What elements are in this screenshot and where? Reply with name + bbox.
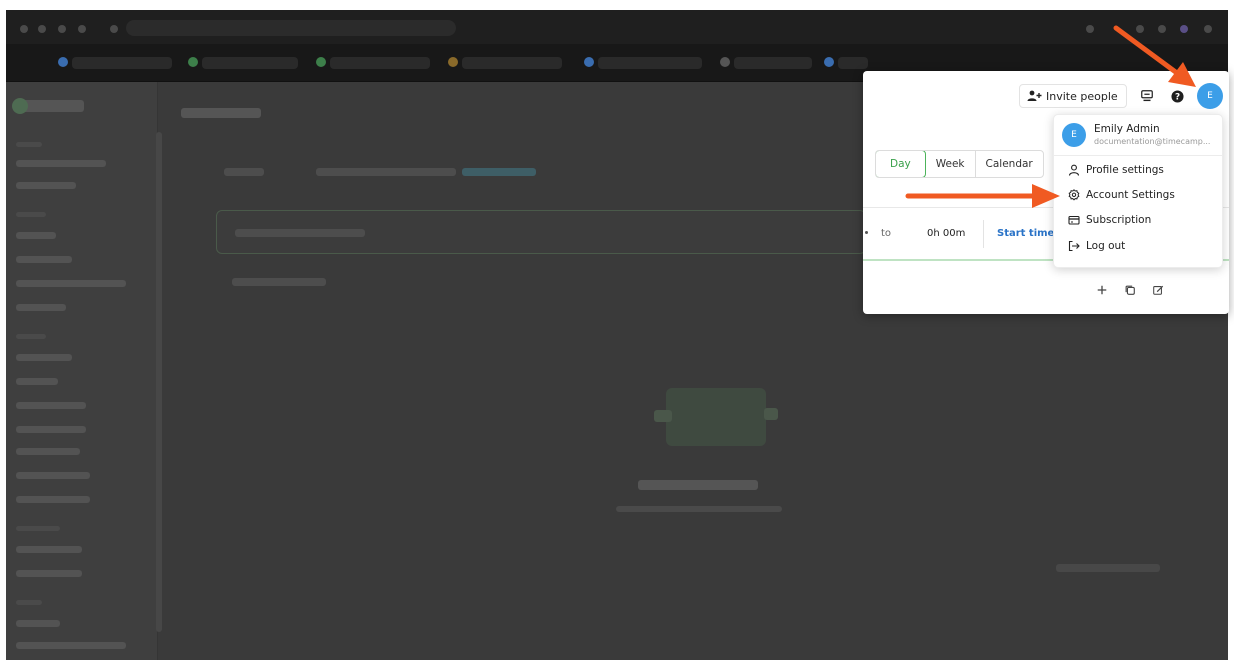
time-tracker-popup: Invite people ? E Day Week Calendar to 0…: [863, 71, 1229, 314]
copy-icon[interactable]: [1123, 283, 1137, 297]
tab-day[interactable]: Day: [875, 151, 926, 177]
card-icon: [1068, 215, 1080, 225]
invite-people-button[interactable]: Invite people: [1019, 84, 1127, 108]
desktop-app-icon[interactable]: [1139, 88, 1155, 104]
menu-item-log-out[interactable]: Log out: [1068, 237, 1125, 255]
time-to-label: to: [881, 228, 892, 239]
duration-value: 0h 00m: [927, 228, 966, 239]
add-user-icon: [1027, 90, 1042, 101]
user-avatar-button[interactable]: E: [1197, 83, 1223, 109]
menu-item-label: Subscription: [1086, 214, 1152, 226]
sidebar: [6, 82, 158, 660]
user-icon: [1068, 164, 1080, 176]
start-timer-button[interactable]: Start timer: [997, 228, 1059, 239]
edit-icon[interactable]: [1151, 283, 1165, 297]
svg-text:?: ?: [1174, 92, 1179, 102]
user-name: Emily Admin: [1094, 123, 1160, 135]
add-icon[interactable]: [1095, 283, 1109, 297]
menu-item-subscription[interactable]: Subscription: [1068, 211, 1151, 229]
menu-item-profile-settings[interactable]: Profile settings: [1068, 161, 1164, 179]
menu-item-label: Log out: [1086, 240, 1126, 252]
address-bar[interactable]: [126, 20, 456, 36]
user-email: documentation@timecamp...: [1094, 137, 1211, 146]
browser-titlebar: [6, 10, 1228, 44]
menu-item-label: Account Settings: [1086, 189, 1175, 201]
menu-item-label: Profile settings: [1086, 164, 1164, 176]
logout-icon: [1068, 240, 1080, 252]
gear-icon: [1068, 189, 1080, 201]
menu-item-account-settings[interactable]: Account Settings: [1068, 186, 1175, 204]
entry-actions: [1095, 283, 1165, 297]
menu-avatar: E: [1062, 123, 1086, 147]
screenshot: Invite people ? E Day Week Calendar to 0…: [0, 0, 1234, 660]
tab-week[interactable]: Week: [926, 151, 976, 177]
menu-divider: [1054, 155, 1222, 156]
view-tabs: Day Week Calendar: [875, 150, 1044, 178]
tab-calendar[interactable]: Calendar: [976, 151, 1043, 177]
help-icon[interactable]: ?: [1170, 89, 1184, 103]
invite-people-label: Invite people: [1046, 89, 1118, 103]
user-dropdown-menu: E Emily Admin documentation@timecamp... …: [1053, 114, 1223, 268]
